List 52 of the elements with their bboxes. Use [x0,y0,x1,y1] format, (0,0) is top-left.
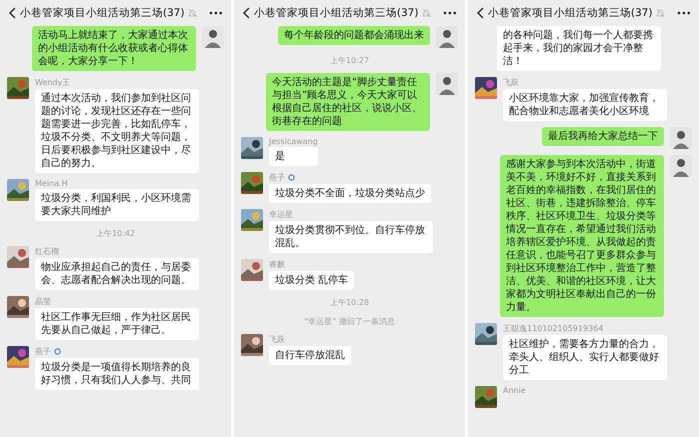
message-bubble: 感谢大家参与到本次活动中，街道美不美，环境好不好，直接关系到老百姓的幸福指数，在我们居住的社区、街巷，违建拆除整治、停车秩序、社区环境卫生、垃圾分类等情况一直存在，希望通过我们活动培养辖区爱护环境、从我做起的责任意识，也能号召了更多群众参与到社区环境整治工作中，营造了整洁、优美、和谐的社区环境，让大家都为文明社区奉献出自己的一份力量。 [500,155,664,317]
message-bubble: 垃圾分类是一项值得长期培养的良好习惯，只有我们人人参与、共同 [35,358,199,390]
sender-name: 睿麒 [269,259,285,270]
mute-icon [656,8,666,18]
message-bubble: 垃圾分类贯彻不到位。自行车停放混乱。 [269,221,433,253]
sender-name: 飞跃 [269,334,285,345]
message-bubble: 社区工作事无巨细，作为社区居民先要从自己做起，严于律己。 [35,308,199,340]
chat-title: 小巷管家项目小组活动第三场(37) [254,6,418,20]
sender-name: Annie [503,386,526,395]
sender-name: 晶莹 [35,296,51,307]
message-bubble: 垃圾分类，利国利民，小区环境需要大家共同维护 [35,189,199,221]
sender-name: 燕子 [35,346,51,357]
chat-title: 小巷管家项目小组活动第三场(37) [488,6,652,20]
message-bubble: 社区维护，需要各方力量的合力，牵头人、组织人、实行人都要做好分工 [503,335,667,380]
message-bubble: 小区环境靠大家，加强宣传教育，配合物业和志愿者美化小区环境 [503,89,667,121]
more-icon[interactable] [443,10,458,14]
sender-name: Wendy王 [35,77,70,88]
message-bubble: 的各种问题，我们每一个人都要携起手来，我们的家园才会干净整洁！ [497,26,661,71]
back-icon[interactable] [8,6,16,18]
more-icon[interactable] [209,10,224,14]
timestamp: 上午10:28 [330,297,370,308]
avatar-icon [670,155,692,177]
avatar-icon [202,26,224,48]
message-bubble: 自行车停放混乱 [269,346,351,365]
sender-name: 王聪逸110102105919364 [503,323,604,334]
timestamp: 上午10:27 [330,55,370,66]
timestamp: 上午10:42 [96,228,136,239]
message-bubble: 活动马上就结束了，大家通过本次的小组活动有什么收获或者心得体会呢，大家分享一下！ [32,26,196,71]
avatar-icon [670,127,692,149]
message-bubble: 垃圾分类 乱停车 [269,271,354,290]
message-bubble: 垃圾分类不全面，垃圾分类站点少 [269,184,431,203]
sender-name: Jessicawang [269,137,318,146]
message-bubble: 每个年龄段的问题都会涌现出来 [278,26,430,45]
chat-title: 小巷管家项目小组活动第三场(37) [20,6,184,20]
message-bubble: 通过本次活动，我们参加到社区问题的讨论，发现社区还存在一些问题需要进一步完善，比如乱停车，垃圾不分类、不文明养犬等问题，日后要积极参与到社区建设中，尽自己的努力。 [35,89,199,173]
message-bubble: 今天活动的主题是“脚步丈量责任与担当”顾名思义，今天大家可以根据自己居住的社区，说说小区、街巷存在的问题 [266,73,430,131]
sender-name: Meina.H [35,179,68,188]
avatar-icon [436,26,458,48]
more-icon[interactable] [677,10,692,14]
message-bubble: 物业应承担起自己的责任，与居委会、志愿者配合解决出现的问题。 [35,258,199,290]
sender-name: 飞跃 [503,77,519,88]
back-icon[interactable] [476,6,484,18]
message-bubble: 是 [269,147,318,166]
message-bubble: 最后我再给大家总结一下 [542,127,664,146]
avatar-icon [436,73,458,95]
back-icon[interactable] [242,6,250,18]
mute-icon [188,8,198,18]
sender-name: 燕子 [269,172,285,183]
recall-notice: “幸运星” 撤回了一条消息 [304,316,395,327]
mute-icon [422,8,432,18]
sender-name: 红石榴 [35,246,59,257]
sender-name: 幸运星 [269,209,293,220]
